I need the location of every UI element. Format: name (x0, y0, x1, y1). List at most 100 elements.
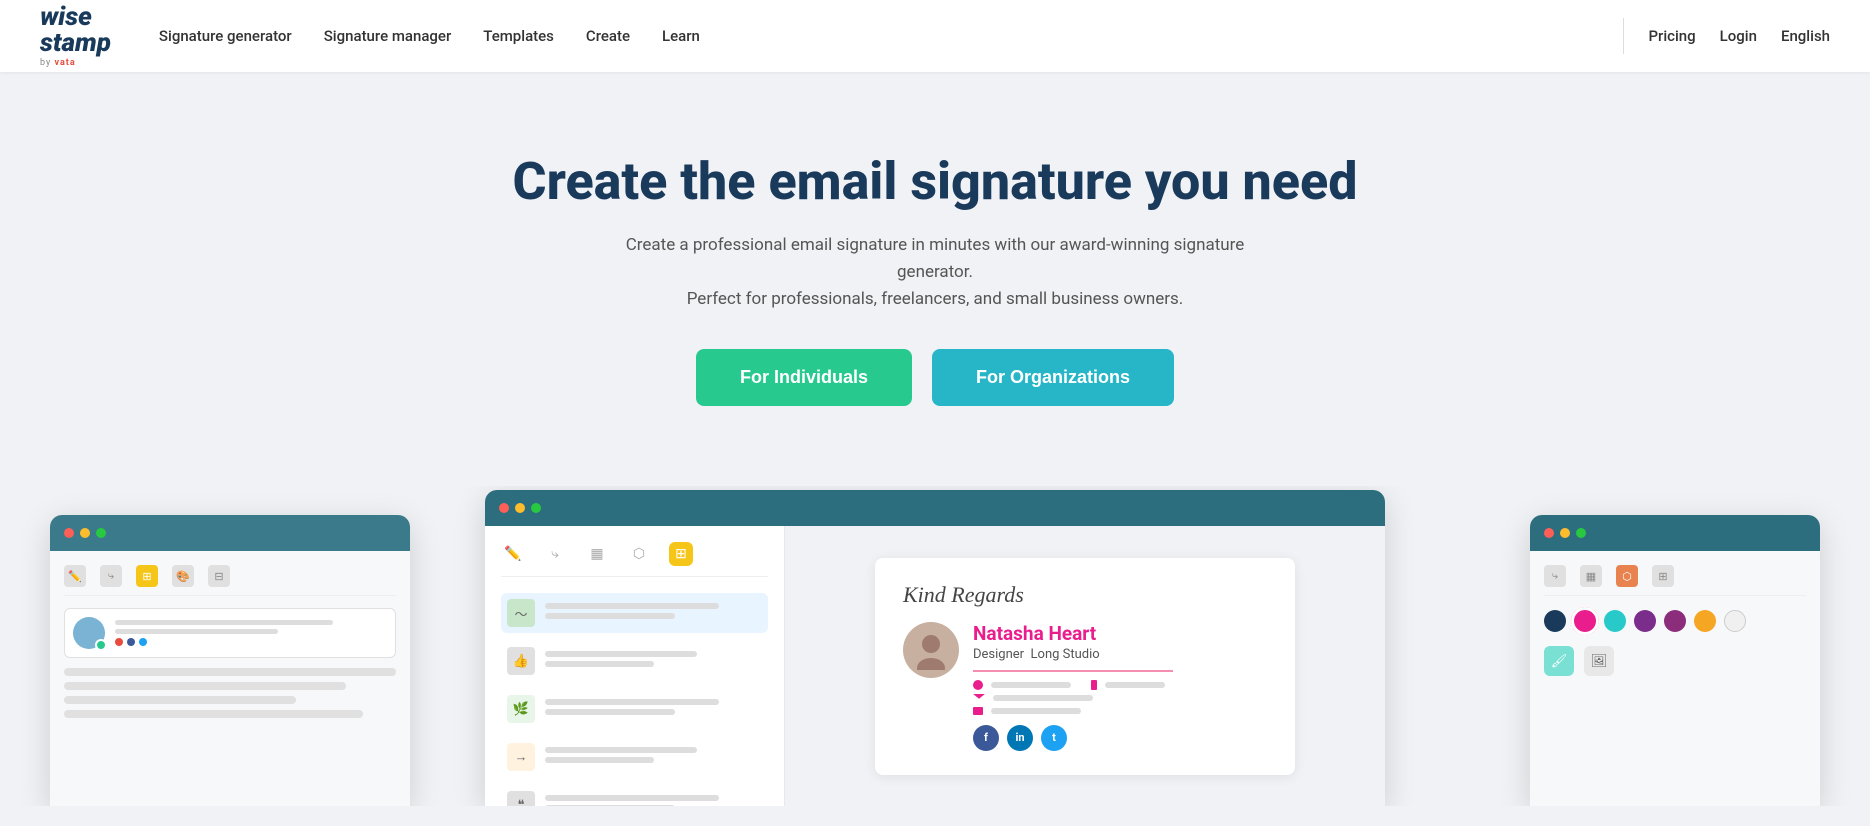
left-avatar (73, 617, 105, 649)
brush-tool[interactable]: 🖌 (1544, 646, 1574, 676)
bar (545, 603, 719, 609)
template-list: 〜 👍 (501, 593, 768, 806)
nav-learn[interactable]: Learn (662, 27, 700, 45)
bar (545, 757, 654, 763)
template-item-4[interactable]: → (501, 737, 768, 777)
header: wisestamp by vata Signature generator Si… (0, 0, 1870, 72)
color-white[interactable] (1724, 610, 1746, 632)
nav-signature-manager[interactable]: Signature manager (324, 27, 452, 45)
color-magenta[interactable] (1664, 610, 1686, 632)
hero-subtext: Create a professional email signature in… (625, 232, 1245, 314)
share-icon: ⤷ (100, 565, 122, 587)
social-dots (115, 638, 387, 646)
sig-person: Natasha Heart Designer Long Studio (903, 622, 1267, 751)
logo-text: wisestamp (40, 2, 111, 58)
for-individuals-button[interactable]: For Individuals (696, 349, 912, 406)
nav-create[interactable]: Create (586, 27, 630, 45)
hero-buttons: For Individuals For Organizations (20, 349, 1850, 406)
right-window-body: ⤷ ▦ ⬡ ⊞ 🖌 🖼 (1530, 551, 1820, 806)
left-window-body: ✏️ ⤷ ⊞ 🎨 ⊟ (50, 551, 410, 806)
share-icon: ⤷ (543, 542, 567, 566)
template-item-3[interactable]: 🌿 (501, 689, 768, 729)
sig-name: Natasha Heart (973, 622, 1173, 645)
color-palette (1544, 610, 1806, 632)
login-link[interactable]: Login (1720, 27, 1757, 45)
template-icon-3: 🌿 (507, 695, 535, 723)
dot-green (1576, 528, 1586, 538)
color-orange[interactable] (1694, 610, 1716, 632)
template-item-5[interactable]: ❝ (501, 785, 768, 806)
template-icon-2: 👍 (507, 647, 535, 675)
dot-yellow (1560, 528, 1570, 538)
sig-email-row (973, 694, 1173, 703)
phone-icon (973, 680, 983, 690)
paint-icon: ⬡ (627, 542, 651, 566)
dot-green (531, 503, 541, 513)
layout-icon: ⊞ (136, 565, 158, 587)
bar (545, 795, 719, 801)
dot1 (115, 638, 123, 646)
color-navy[interactable] (1544, 610, 1566, 632)
right-window-titlebar (1530, 515, 1820, 551)
image-tool[interactable]: 🖼 (1584, 646, 1614, 676)
sig-role: Designer Long Studio (973, 647, 1173, 662)
bar2 (115, 629, 278, 634)
header-divider (1623, 18, 1624, 54)
hero-section: Create the email signature you need Crea… (0, 72, 1870, 466)
logo[interactable]: wisestamp by vata (40, 4, 111, 68)
twitter-icon[interactable]: t (1041, 725, 1067, 751)
left-profile-bars (115, 620, 387, 646)
template-item-1[interactable]: 〜 (501, 593, 768, 633)
share-icon: ⤷ (1544, 565, 1566, 587)
preview-section: ✏️ ⤷ ⊞ 🎨 ⊟ (0, 486, 1870, 806)
bar (545, 661, 654, 667)
panel-icons: ✏️ ⤷ ▦ ⬡ ⊞ (501, 542, 768, 577)
email-bar (993, 695, 1093, 701)
dot-green (96, 528, 106, 538)
ph-bar2 (64, 682, 346, 690)
template-icon-wave: 〜 (507, 599, 535, 627)
template-bars-5 (545, 795, 762, 806)
header-right: Pricing Login English (1623, 18, 1830, 54)
right-preview-window: ⤷ ▦ ⬡ ⊞ 🖌 🖼 (1530, 515, 1820, 806)
check-badge (95, 639, 107, 651)
facebook-icon[interactable]: f (973, 725, 999, 751)
logo-tagline: by vata (40, 58, 111, 68)
edit-icon: ✏️ (501, 542, 525, 566)
template-icon-5: ❝ (507, 791, 535, 806)
bar (545, 805, 675, 806)
sig-web-row (973, 707, 1173, 715)
for-organizations-button[interactable]: For Organizations (932, 349, 1174, 406)
sig-avatar (903, 622, 959, 678)
layout-icon: ▦ (585, 542, 609, 566)
dot-red (1544, 528, 1554, 538)
color-teal[interactable] (1604, 610, 1626, 632)
nav-templates[interactable]: Templates (483, 27, 554, 45)
main-nav: Signature generator Signature manager Te… (159, 27, 1624, 45)
signature-preview-panel: Kind Regards Natasha Heart (785, 526, 1385, 806)
template-bars-4 (545, 747, 762, 767)
pricing-link[interactable]: Pricing (1648, 27, 1695, 45)
linkedin-icon[interactable]: in (1007, 725, 1033, 751)
main-window-body: ✏️ ⤷ ▦ ⬡ ⊞ 〜 (485, 526, 1385, 806)
mobile-icon (1091, 680, 1097, 690)
nav-signature-generator[interactable]: Signature generator (159, 27, 292, 45)
sig-info: Natasha Heart Designer Long Studio (973, 622, 1173, 751)
bar1 (115, 620, 333, 625)
phone-bar (991, 682, 1071, 688)
email-icon (973, 694, 985, 703)
layout-icon: ▦ (1580, 565, 1602, 587)
dot-yellow (515, 503, 525, 513)
sig-regards: Kind Regards (903, 582, 1267, 608)
paint-icon: ⬡ (1616, 565, 1638, 587)
template-item-2[interactable]: 👍 (501, 641, 768, 681)
left-window-titlebar (50, 515, 410, 551)
color-purple[interactable] (1634, 610, 1656, 632)
dot-red (64, 528, 74, 538)
main-window-titlebar (485, 490, 1385, 526)
language-selector[interactable]: English (1781, 27, 1830, 45)
sig-phone-row (973, 680, 1173, 690)
left-profile-row (64, 608, 396, 658)
color-pink[interactable] (1574, 610, 1596, 632)
bar (545, 747, 697, 753)
